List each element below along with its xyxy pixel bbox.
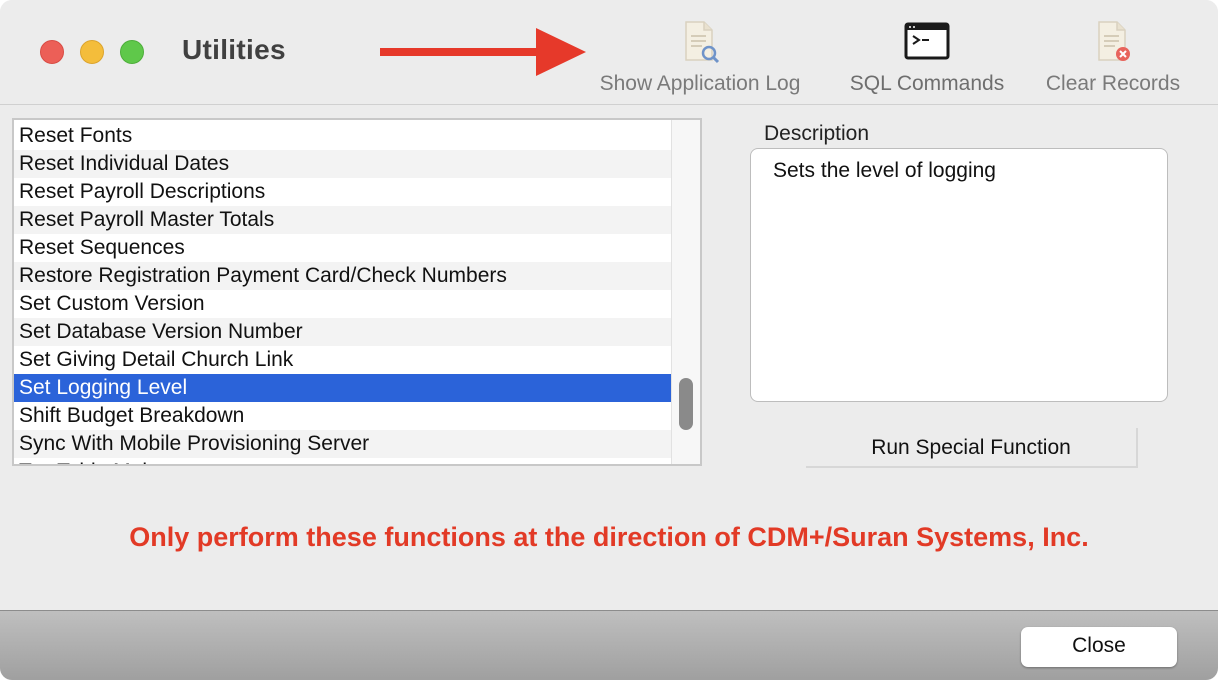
list-item[interactable]: Reset Individual Dates: [14, 150, 674, 178]
run-special-function-button[interactable]: Run Special Function: [806, 428, 1138, 468]
list-scrollbar[interactable]: [671, 120, 700, 464]
list-item-selected[interactable]: Set Logging Level: [14, 374, 674, 402]
warning-message: Only perform these functions at the dire…: [129, 522, 1089, 552]
list-item[interactable]: Reset Payroll Master Totals: [14, 206, 674, 234]
list-item[interactable]: Set Database Version Number: [14, 318, 674, 346]
description-field: Sets the level of logging: [750, 148, 1168, 402]
description-label: Description: [764, 122, 870, 145]
title-bar: Utilities Show Application Log SQL Comma…: [0, 0, 1218, 105]
document-search-icon: [685, 21, 720, 64]
list-item[interactable]: Set Custom Version: [14, 290, 674, 318]
document-delete-icon: [1098, 21, 1130, 61]
footer-bar: Close: [0, 610, 1218, 680]
close-button[interactable]: Close: [1021, 627, 1177, 667]
zoom-window-button[interactable]: [120, 40, 144, 64]
list-item[interactable]: Shift Budget Breakdown: [14, 402, 674, 430]
minimize-window-button[interactable]: [80, 40, 104, 64]
clear-records-button[interactable]: Clear Records: [1038, 18, 1188, 96]
list-scroll-thumb[interactable]: [679, 378, 693, 430]
function-list-rows: Reset Fonts Reset Individual Dates Reset…: [14, 122, 674, 464]
sql-commands-button[interactable]: SQL Commands: [842, 18, 1012, 96]
utilities-window: Utilities Show Application Log SQL Comma…: [0, 0, 1218, 680]
show-application-log-button[interactable]: Show Application Log: [586, 18, 814, 96]
list-item[interactable]: Reset Payroll Descriptions: [14, 178, 674, 206]
window-title: Utilities: [182, 34, 286, 65]
list-item[interactable]: Tax Table Maint...: [14, 458, 674, 464]
clear-records-label: Clear Records: [1045, 72, 1181, 95]
show-application-log-label: Show Application Log: [599, 72, 801, 95]
list-item[interactable]: Reset Fonts: [14, 122, 674, 150]
function-list[interactable]: Reset Fonts Reset Individual Dates Reset…: [12, 118, 702, 466]
list-item[interactable]: Set Giving Detail Church Link: [14, 346, 674, 374]
terminal-icon: [904, 22, 950, 60]
list-item[interactable]: Reset Sequences: [14, 234, 674, 262]
sql-commands-label: SQL Commands: [849, 72, 1005, 95]
list-item[interactable]: Restore Registration Payment Card/Check …: [14, 262, 674, 290]
close-window-button[interactable]: [40, 40, 64, 64]
red-arrow-annotation: [380, 28, 586, 76]
list-item[interactable]: Sync With Mobile Provisioning Server: [14, 430, 674, 458]
